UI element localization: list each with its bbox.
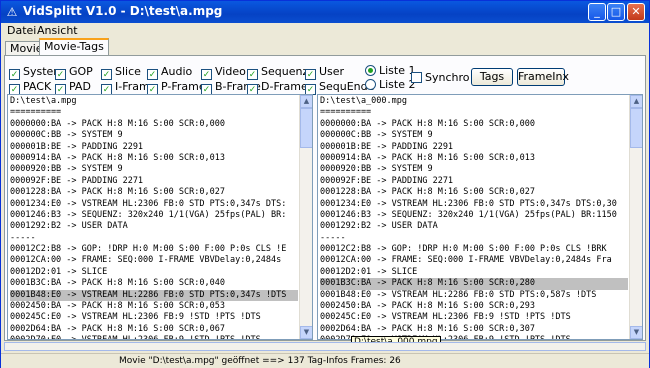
- list-line[interactable]: ==========: [10, 107, 298, 118]
- list-line[interactable]: 0002450:BA -> PACK H:8 M:16 S:00 SCR:0,0…: [10, 301, 298, 312]
- list-line[interactable]: 0001228:BA -> PACK H:8 M:16 S:00 SCR:0,0…: [10, 187, 298, 198]
- list-line[interactable]: 000092F:BE -> PADDING 2271: [320, 176, 628, 187]
- filter-sequende[interactable]: ✓ SequEnde: [305, 80, 374, 95]
- list-line[interactable]: 0002450:BA -> PACK H:8 M:16 S:00 SCR:0,2…: [320, 301, 628, 312]
- checkbox-icon[interactable]: ✓: [305, 69, 316, 80]
- frameinx-button[interactable]: FrameInx: [517, 68, 569, 86]
- filter-pack[interactable]: ✓ PACK: [9, 80, 51, 95]
- list-line[interactable]: D:\test\a.mpg: [10, 96, 298, 107]
- list-line[interactable]: 0000000:BA -> PACK H:8 M:16 S:00 SCR:0,0…: [10, 119, 298, 130]
- scroll-thumb[interactable]: [300, 108, 312, 148]
- list-line[interactable]: 000001B:BE -> PADDING 2291: [320, 142, 628, 153]
- list-line[interactable]: 0001292:B2 -> USER DATA: [10, 221, 298, 232]
- horizontal-scrollbar[interactable]: [4, 342, 646, 351]
- list-line[interactable]: 00012CA:00 -> FRAME: SEQ:000 I-FRAME VBV…: [10, 255, 298, 266]
- list-line[interactable]: 0001292:B2 -> USER DATA: [320, 221, 628, 232]
- list-line[interactable]: 0002D64:BA -> PACK H:8 M:16 S:00 SCR:0,0…: [10, 324, 298, 335]
- list-line[interactable]: 0000920:BB -> SYSTEM 9: [320, 164, 628, 175]
- filter-slice[interactable]: ✓ Slice: [101, 65, 141, 80]
- list-line[interactable]: 000245C:E0 -> VSTREAM HL:2306 FB:9 !STD …: [320, 312, 628, 323]
- list-line[interactable]: 000000C:BB -> SYSTEM 9: [320, 130, 628, 141]
- scroll-down-icon[interactable]: ▼: [300, 326, 312, 339]
- list-line[interactable]: ==========: [320, 107, 628, 118]
- scroll-thumb[interactable]: [630, 108, 642, 148]
- status-text: Movie "D:\test\a.mpg" geöffnet ==> 137 T…: [119, 356, 401, 366]
- app-icon: ⚠: [6, 5, 18, 19]
- tag-lines-left: D:\test\a.mpg ========== 0000000:BA -> PAC…: [10, 96, 298, 339]
- list-line[interactable]: -----: [10, 233, 298, 244]
- filter-pad[interactable]: ✓ PAD: [55, 80, 91, 95]
- list-line[interactable]: 0000920:BB -> SYSTEM 9: [10, 164, 298, 175]
- filter-gop[interactable]: ✓ GOP: [55, 65, 93, 80]
- tag-list-left[interactable]: D:\test\a.mpg ========== 0000000:BA -> PAC…: [7, 94, 313, 340]
- filter-d-frame[interactable]: ✓ D-Frame: [247, 80, 308, 95]
- list-line[interactable]: -----: [320, 233, 628, 244]
- radio-icon[interactable]: [365, 79, 376, 90]
- list-line[interactable]: 0000000:BA -> PACK H:8 M:16 S:00 SCR:0,0…: [320, 119, 628, 130]
- movie-tags-panel: ✓ System ✓ GOP ✓ Slice ✓ Audio ✓ Video ✓ Seque…: [4, 55, 646, 348]
- list-line[interactable]: 0001228:BA -> PACK H:8 M:16 S:00 SCR:0,0…: [320, 187, 628, 198]
- filter-sequenz[interactable]: ✓ Sequenz: [247, 65, 308, 80]
- list-line[interactable]: 00012C2:B8 -> GOP: !DRP H:0 M:00 S:00 F:…: [320, 244, 628, 255]
- list-line[interactable]: 00012D2:01 -> SLICE: [320, 267, 628, 278]
- radio-icon[interactable]: [365, 65, 376, 76]
- list-line[interactable]: 0001B3C:BA -> PACK H:8 M:16 S:00 SCR:0,0…: [10, 278, 298, 289]
- checkbox-icon[interactable]: ✓: [55, 69, 66, 80]
- menu-bar: Datei Ansicht: [1, 23, 649, 38]
- menu-ansicht[interactable]: Ansicht: [37, 24, 78, 37]
- list-line[interactable]: 00012C2:B8 -> GOP: !DRP H:0 M:00 S:00 F:…: [10, 244, 298, 255]
- scroll-up-icon[interactable]: ▲: [300, 95, 312, 108]
- filter-audio[interactable]: ✓ Audio: [147, 65, 192, 80]
- list-line[interactable]: 00012CA:00 -> FRAME: SEQ:000 I-FRAME VBV…: [320, 255, 628, 266]
- list-line[interactable]: 0001B48:E0 -> VSTREAM HL:2286 FB:0 STD P…: [320, 290, 628, 301]
- maximize-button[interactable]: □: [607, 3, 625, 21]
- tag-lines-right: D:\test\a_000.mpg ========== 0000000:BA ->…: [320, 96, 628, 339]
- menu-datei[interactable]: Datei: [7, 24, 36, 37]
- scroll-down-icon[interactable]: ▼: [630, 326, 642, 339]
- title-bar[interactable]: ⚠ VidSplitt V1.0 - D:\test\a.mpg _ □ ✕: [1, 1, 649, 23]
- checkbox-icon[interactable]: ✓: [201, 69, 212, 80]
- radio-liste-2[interactable]: Liste 2: [365, 78, 416, 91]
- filter-video[interactable]: ✓ Video: [201, 65, 246, 80]
- checkbox-icon[interactable]: ✓: [147, 69, 158, 80]
- checkbox-icon[interactable]: ✓: [9, 69, 20, 80]
- main-window: ⚠ VidSplitt V1.0 - D:\test\a.mpg _ □ ✕ D…: [0, 0, 650, 368]
- list-line[interactable]: 000001B:BE -> PADDING 2291: [10, 142, 298, 153]
- scroll-up-icon[interactable]: ▲: [630, 95, 642, 108]
- scrollbar-left[interactable]: ▲ ▼: [299, 95, 312, 339]
- checkbox-icon[interactable]: ✓: [247, 69, 258, 80]
- minimize-button[interactable]: _: [588, 3, 606, 21]
- list-line[interactable]: D:\test\a_000.mpg: [320, 96, 628, 107]
- list-line[interactable]: 0001246:B3 -> SEQUENZ: 320x240 1/1(VGA) …: [10, 210, 298, 221]
- window-title: VidSplitt V1.0 - D:\test\a.mpg: [23, 4, 223, 18]
- list-line[interactable]: 0001234:E0 -> VSTREAM HL:2306 FB:0 STD P…: [320, 199, 628, 210]
- checkbox-icon[interactable]: [411, 72, 422, 83]
- list-line[interactable]: 0002D70:E0 -> VSTREAM HL:2306 FB:9 !STD …: [10, 335, 298, 339]
- list-line[interactable]: 0001234:E0 -> VSTREAM HL:2306 FB:0 STD P…: [10, 199, 298, 210]
- filter-p-frame[interactable]: ✓ P-Frame: [147, 80, 206, 95]
- list-line[interactable]: 0000914:BA -> PACK H:8 M:16 S:00 SCR:0,0…: [10, 153, 298, 164]
- list-line[interactable]: 0002D64:BA -> PACK H:8 M:16 S:00 SCR:0,3…: [320, 324, 628, 335]
- scrollbar-right[interactable]: ▲ ▼: [629, 95, 642, 339]
- list-line[interactable]: 0001246:B3 -> SEQUENZ: 320x240 1/1(VGA) …: [320, 210, 628, 221]
- list-line[interactable]: 000245C:E0 -> VSTREAM HL:2306 FB:9 !STD …: [10, 312, 298, 323]
- list-line[interactable]: 0000914:BA -> PACK H:8 M:16 S:00 SCR:0,0…: [320, 153, 628, 164]
- tag-list-right[interactable]: D:\test\a_000.mpg ========== 0000000:BA ->…: [317, 94, 643, 340]
- radio-liste-1[interactable]: Liste 1: [365, 64, 416, 77]
- tab-movie-tags[interactable]: Movie-Tags: [39, 38, 109, 55]
- list-line[interactable]: 00012D2:01 -> SLICE: [10, 267, 298, 278]
- list-line[interactable]: 0001B3C:BA -> PACK H:8 M:16 S:00 SCR:0,2…: [320, 278, 628, 290]
- synchro-checkbox[interactable]: Synchro: [411, 71, 470, 84]
- status-bar: Movie "D:\test\a.mpg" geöffnet ==> 137 T…: [1, 353, 649, 368]
- filter-user[interactable]: ✓ User: [305, 65, 344, 80]
- tags-button[interactable]: Tags: [471, 68, 513, 86]
- list-line[interactable]: 000000C:BB -> SYSTEM 9: [10, 130, 298, 141]
- checkbox-icon[interactable]: ✓: [101, 69, 112, 80]
- close-button[interactable]: ✕: [627, 3, 645, 21]
- list-line[interactable]: 0001B48:E0 -> VSTREAM HL:2286 FB:0 STD P…: [10, 289, 298, 302]
- list-line[interactable]: 000092F:BE -> PADDING 2271: [10, 176, 298, 187]
